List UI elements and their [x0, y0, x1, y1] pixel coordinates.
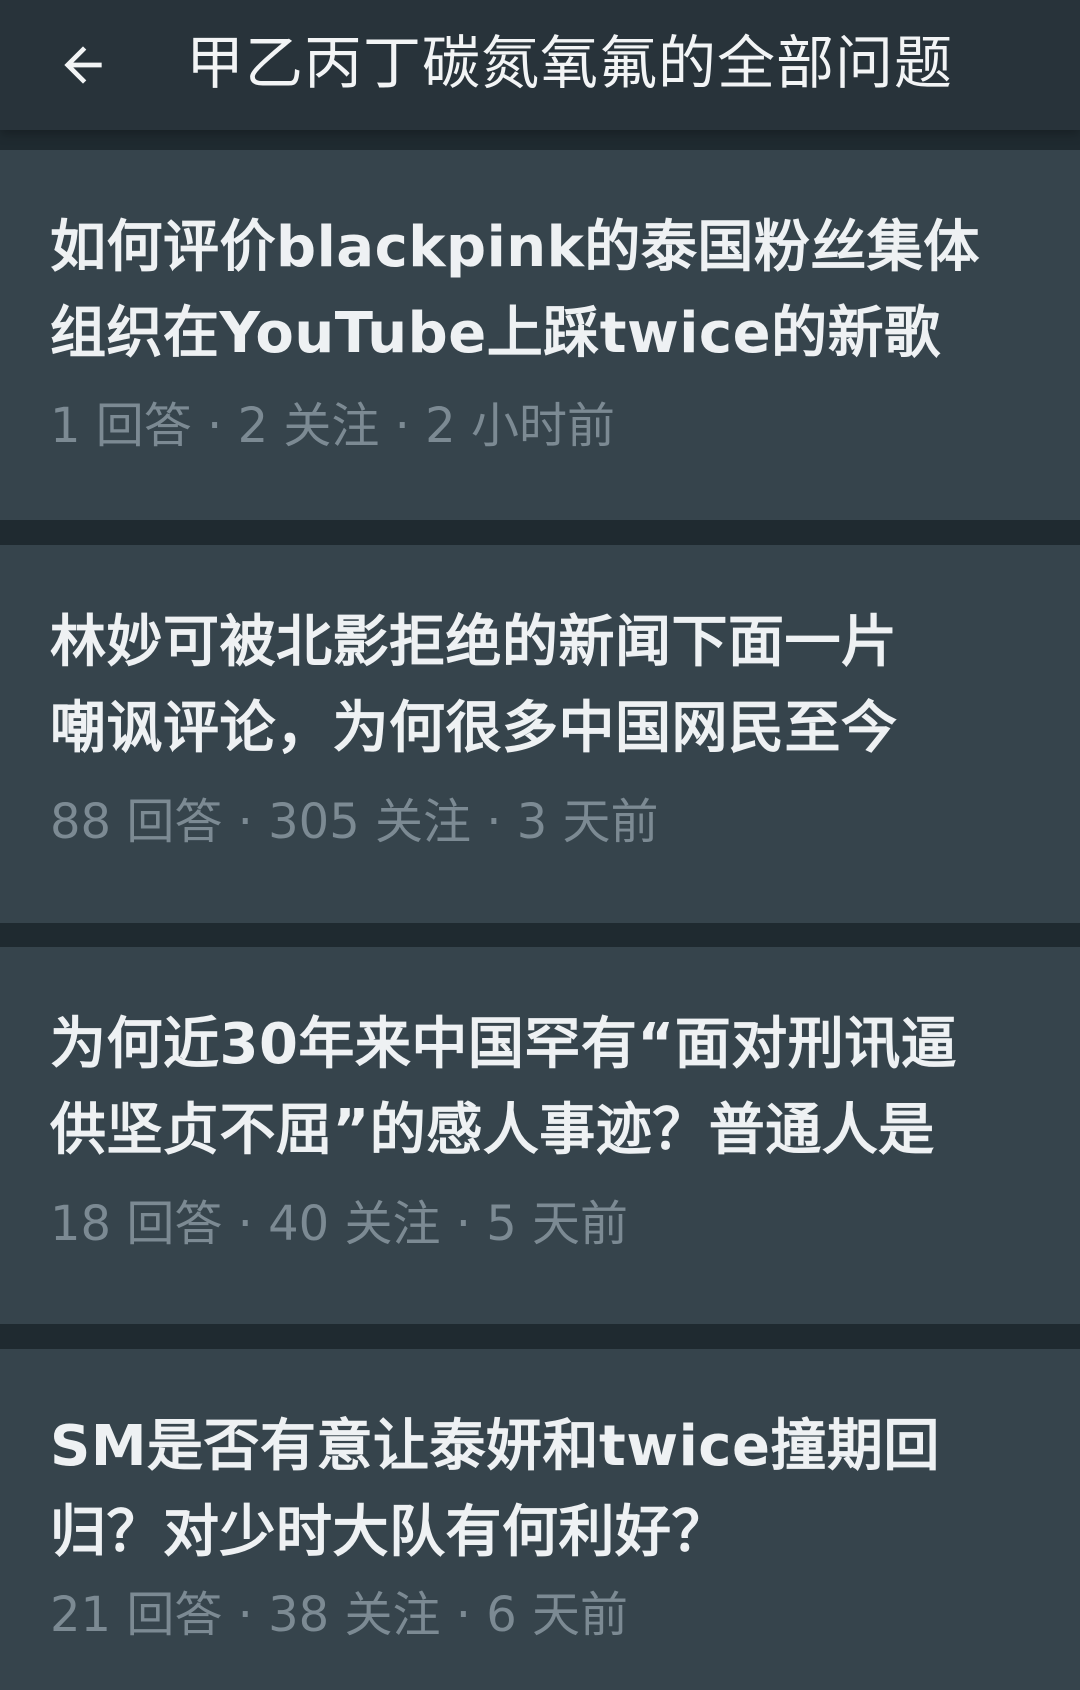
page-title: 甲乙丙丁碳氮氧氟的全部问题	[186, 29, 954, 97]
question-meta: 88 回答 · 305 关注 · 3 天前	[50, 794, 659, 850]
top-app-bar: 甲乙丙丁碳氮氧氟的全部问题	[0, 0, 1080, 130]
arrow-left-icon	[64, 46, 102, 84]
question-title-line: 如何评价blackpink的泰国粉丝集体	[50, 215, 980, 280]
question-title: 林妙可被北影拒绝的新闻下面一片 嘲讽评论，为何很多中国网民至今	[50, 600, 1040, 772]
question-meta: 21 回答 · 38 关注 · 6 天前	[50, 1587, 629, 1643]
question-title-line: 组织在YouTube上踩twice的新歌	[50, 301, 941, 366]
question-title-line: 为何近30年来中国罕有“面对刑讯逼	[50, 1012, 958, 1077]
question-title: SM是否有意让泰妍和twice撞期回 归？对少时大队有何利好？	[50, 1404, 1040, 1576]
question-title-line: 嘲讽评论，为何很多中国网民至今	[50, 696, 898, 761]
question-title: 如何评价blackpink的泰国粉丝集体 组织在YouTube上踩twice的新…	[50, 205, 1040, 377]
question-title-line: 归？对少时大队有何利好？	[50, 1500, 728, 1565]
back-button[interactable]	[50, 32, 116, 98]
question-meta: 18 回答 · 40 关注 · 5 天前	[50, 1196, 629, 1252]
question-card[interactable]: 如何评价blackpink的泰国粉丝集体 组织在YouTube上踩twice的新…	[0, 150, 1080, 520]
question-card[interactable]: SM是否有意让泰妍和twice撞期回 归？对少时大队有何利好？ 21 回答 · …	[0, 1349, 1080, 1690]
question-card[interactable]: 为何近30年来中国罕有“面对刑讯逼 供坚贞不屈”的感人事迹？普通人是 18 回答…	[0, 947, 1080, 1324]
question-meta: 1 回答 · 2 关注 · 2 小时前	[50, 398, 615, 454]
app-screen: 甲乙丙丁碳氮氧氟的全部问题 如何评价blackpink的泰国粉丝集体 组织在Yo…	[0, 0, 1080, 1690]
question-title-line: 林妙可被北影拒绝的新闻下面一片	[50, 610, 898, 675]
question-title-line: 供坚贞不屈”的感人事迹？普通人是	[50, 1098, 935, 1163]
question-title: 为何近30年来中国罕有“面对刑讯逼 供坚贞不屈”的感人事迹？普通人是	[50, 1002, 1040, 1174]
question-title-line: SM是否有意让泰妍和twice撞期回	[50, 1414, 940, 1479]
question-card[interactable]: 林妙可被北影拒绝的新闻下面一片 嘲讽评论，为何很多中国网民至今 88 回答 · …	[0, 545, 1080, 923]
